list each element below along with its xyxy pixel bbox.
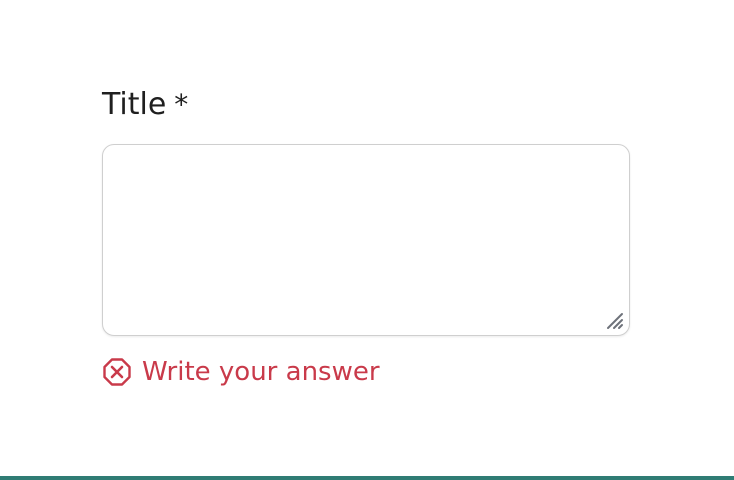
title-textarea-container [102,144,630,336]
field-label: Title [102,87,167,122]
title-textarea[interactable] [103,145,629,335]
title-field-group: Title * Write your answer [102,86,630,388]
validation-error: Write your answer [102,356,630,388]
resize-handle-icon[interactable] [604,310,624,330]
error-message: Write your answer [142,357,380,387]
bottom-accent-bar [0,476,734,480]
required-indicator: * [174,88,189,121]
field-label-row: Title * [102,86,630,124]
page: Title * Write your answer [0,0,734,480]
error-octagon-x-icon [103,358,131,386]
